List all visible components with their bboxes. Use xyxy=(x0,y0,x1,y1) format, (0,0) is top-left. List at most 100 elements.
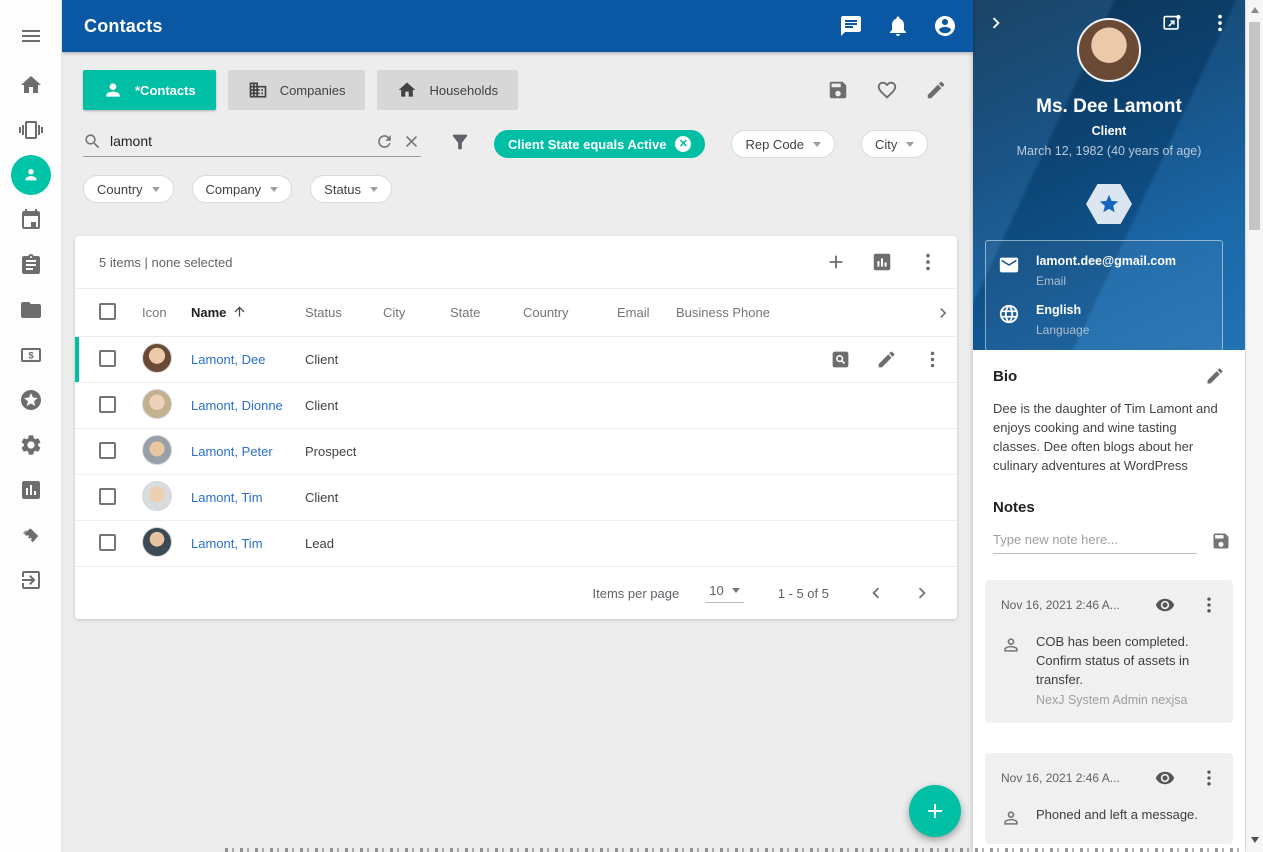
favorite-heart-icon[interactable] xyxy=(876,79,898,101)
column-name[interactable]: Name xyxy=(191,304,305,322)
open-profile-icon[interactable] xyxy=(1161,12,1183,34)
clear-search-icon[interactable] xyxy=(402,132,421,151)
star-hexagon-badge[interactable] xyxy=(1086,184,1132,224)
chat-icon[interactable] xyxy=(839,14,863,38)
nav-documents[interactable] xyxy=(0,287,62,332)
tab-companies[interactable]: Companies xyxy=(228,70,366,110)
chevron-down-icon xyxy=(370,187,378,192)
more-columns-chevron-icon[interactable] xyxy=(933,303,953,323)
save-icon[interactable] xyxy=(827,79,849,101)
row-checkbox[interactable] xyxy=(99,350,116,367)
more-vert-icon[interactable] xyxy=(1199,595,1219,615)
table-row[interactable]: Lamont, Peter Prospect xyxy=(75,429,957,475)
column-status[interactable]: Status xyxy=(305,305,383,320)
nav-reports[interactable] xyxy=(0,467,62,512)
vibration-icon xyxy=(19,118,43,142)
column-icon[interactable]: Icon xyxy=(142,305,191,320)
scroll-down-arrow[interactable] xyxy=(1246,832,1263,848)
scroll-up-arrow[interactable] xyxy=(1246,2,1263,18)
collapse-chevron-icon[interactable] xyxy=(985,12,1007,34)
profile-avatar[interactable] xyxy=(1077,18,1141,82)
row-checkbox[interactable] xyxy=(99,396,116,413)
page-size-select[interactable]: 10 xyxy=(705,583,743,603)
previous-page-icon[interactable] xyxy=(865,582,887,604)
account-circle-icon[interactable] xyxy=(933,14,957,38)
tab-contacts[interactable]: *Contacts xyxy=(83,70,216,110)
row-checkbox[interactable] xyxy=(99,442,116,459)
search-input[interactable] xyxy=(110,133,367,149)
chevron-down-icon xyxy=(270,187,278,192)
column-country[interactable]: Country xyxy=(523,305,617,320)
table-row[interactable]: Lamont, Tim Lead xyxy=(75,521,957,567)
applied-filter-chip[interactable]: Client State equals Active ✕ xyxy=(494,130,705,158)
nav-home[interactable] xyxy=(0,62,62,107)
nav-tasks[interactable] xyxy=(0,242,62,287)
eye-icon[interactable] xyxy=(1155,595,1175,615)
select-all-checkbox[interactable] xyxy=(99,303,116,320)
search-box xyxy=(83,132,421,157)
add-contact-fab[interactable] xyxy=(909,785,961,837)
filter-row-2: Country Company Status xyxy=(83,175,957,203)
chart-icon[interactable] xyxy=(871,251,893,273)
save-note-icon[interactable] xyxy=(1211,531,1231,551)
filter-chip-city[interactable]: City xyxy=(861,130,928,158)
remove-filter-icon[interactable]: ✕ xyxy=(675,136,691,152)
nav-favorites[interactable] xyxy=(0,377,62,422)
email-icon xyxy=(998,254,1020,276)
table-row[interactable]: Lamont, Tim Client xyxy=(75,475,957,521)
filter-chip-country[interactable]: Country xyxy=(83,175,174,203)
refresh-icon[interactable] xyxy=(375,132,394,151)
contact-name-link[interactable]: Lamont, Dionne xyxy=(191,398,283,413)
row-checkbox[interactable] xyxy=(99,534,116,551)
nav-sign-out[interactable] xyxy=(0,557,62,602)
row-checkbox[interactable] xyxy=(99,488,116,505)
vertical-scrollbar[interactable] xyxy=(1245,0,1263,852)
language-row[interactable]: English Language xyxy=(998,303,1210,337)
applied-filter-label: Client State equals Active xyxy=(508,137,666,152)
edit-pencil-icon[interactable] xyxy=(876,349,897,370)
more-vert-icon[interactable] xyxy=(1199,768,1219,788)
avatar xyxy=(142,389,172,419)
nav-calendar[interactable] xyxy=(0,197,62,242)
profile-name: Ms. Dee Lamont xyxy=(973,96,1245,118)
notifications-bell-icon[interactable] xyxy=(886,14,910,38)
calendar-icon xyxy=(19,208,43,232)
filter-chip-status[interactable]: Status xyxy=(310,175,392,203)
more-vert-icon[interactable] xyxy=(922,349,943,370)
nav-contacts-active[interactable] xyxy=(0,152,62,197)
scrollbar-thumb[interactable] xyxy=(1249,22,1260,230)
email-row[interactable]: lamont.dee@gmail.com Email xyxy=(998,254,1210,288)
edit-bio-pencil-icon[interactable] xyxy=(1205,366,1225,386)
tab-contacts-label: *Contacts xyxy=(135,83,196,98)
nav-billing[interactable]: $ xyxy=(0,332,62,377)
next-page-icon[interactable] xyxy=(911,582,933,604)
filter-chip-company[interactable]: Company xyxy=(192,175,293,203)
tab-households-label: Households xyxy=(429,83,498,98)
nav-partners[interactable] xyxy=(0,512,62,557)
menu-button[interactable] xyxy=(0,13,62,58)
edit-pencil-icon[interactable] xyxy=(925,79,947,101)
settings-gear-icon xyxy=(19,433,43,457)
preview-icon[interactable] xyxy=(830,349,851,370)
table-row[interactable]: Lamont, Dionne Client xyxy=(75,383,957,429)
nav-activity[interactable] xyxy=(0,107,62,152)
nav-settings[interactable] xyxy=(0,422,62,467)
email-value: lamont.dee@gmail.com xyxy=(1036,254,1176,268)
column-email[interactable]: Email xyxy=(617,305,676,320)
table-row[interactable]: Lamont, Dee Client xyxy=(75,337,957,383)
contact-name-link[interactable]: Lamont, Dee xyxy=(191,352,265,367)
filter-funnel-icon[interactable] xyxy=(449,131,471,158)
tab-households[interactable]: Households xyxy=(377,70,518,110)
column-business-phone[interactable]: Business Phone xyxy=(676,305,917,320)
more-vert-icon[interactable] xyxy=(1209,12,1231,34)
contact-name-link[interactable]: Lamont, Tim xyxy=(191,536,263,551)
contact-name-link[interactable]: Lamont, Peter xyxy=(191,444,273,459)
column-state[interactable]: State xyxy=(450,305,523,320)
column-city[interactable]: City xyxy=(383,305,450,320)
contact-name-link[interactable]: Lamont, Tim xyxy=(191,490,263,505)
add-icon[interactable] xyxy=(825,251,847,273)
more-vert-icon[interactable] xyxy=(917,251,939,273)
new-note-input[interactable] xyxy=(993,528,1197,554)
eye-icon[interactable] xyxy=(1155,768,1175,788)
filter-chip-rep-code[interactable]: Rep Code xyxy=(731,130,835,158)
